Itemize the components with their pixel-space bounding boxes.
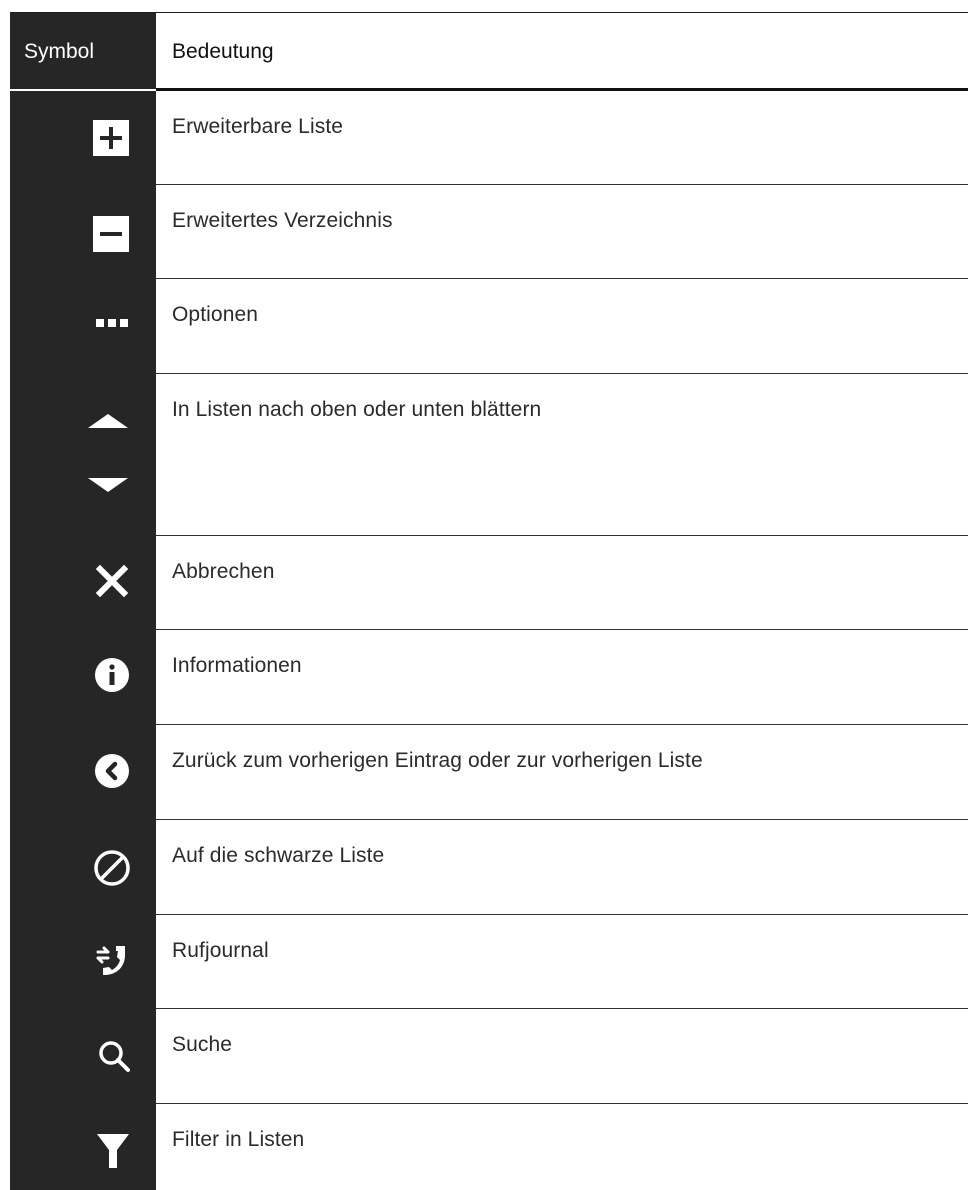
table-header: Symbol Bedeutung — [10, 13, 968, 91]
symbol-cell — [10, 725, 156, 820]
table-row: Filter in Listen — [10, 1104, 968, 1190]
table-row: Abbrechen — [10, 536, 968, 630]
symbol-cell — [10, 185, 156, 279]
table-row: Erweiterbare Liste — [10, 91, 968, 185]
table-row: Erweitertes Verzeichnis — [10, 185, 968, 279]
meaning-cell: Rufjournal — [172, 939, 269, 962]
symbol-cell — [10, 536, 156, 630]
symbol-cell — [10, 820, 156, 915]
meaning-cell: Suche — [172, 1033, 233, 1056]
symbol-cell — [10, 279, 156, 374]
blocked-circle-icon — [94, 850, 130, 886]
table-row: Auf die schwarze Liste — [10, 820, 968, 915]
symbol-cell — [10, 1009, 156, 1104]
table-row: Optionen — [10, 279, 968, 374]
header-symbol: Symbol — [10, 13, 156, 91]
meaning-cell: Erweiterbare Liste — [172, 115, 344, 138]
table-row: Informationen — [10, 630, 968, 725]
meaning-cell: Zurück zum vorherigen Eintrag oder zur v… — [172, 749, 703, 772]
close-x-icon — [95, 564, 129, 598]
table-row: Suche — [10, 1009, 968, 1104]
scroll-down-icon — [88, 478, 128, 492]
meaning-cell: Optionen — [172, 303, 259, 326]
table-row: Rufjournal — [10, 915, 968, 1009]
table-row: In Listen nach oben oder unten blättern — [10, 374, 968, 536]
meaning-cell: Auf die schwarze Liste — [172, 844, 385, 867]
meaning-cell: Filter in Listen — [172, 1128, 305, 1151]
info-circle-icon — [95, 658, 129, 692]
minus-box-icon — [93, 216, 129, 252]
meaning-cell: Abbrechen — [172, 560, 275, 583]
meaning-cell: Informationen — [172, 654, 302, 677]
symbol-cell — [10, 630, 156, 725]
filter-funnel-icon — [97, 1134, 129, 1168]
call-log-icon — [96, 946, 125, 975]
back-chevron-circle-icon — [95, 754, 129, 788]
symbol-cell — [10, 915, 156, 1009]
symbol-cell — [10, 91, 156, 185]
meaning-cell: Erweitertes Verzeichnis — [172, 209, 393, 232]
symbol-cell — [10, 374, 156, 536]
meaning-cell: In Listen nach oben oder unten blättern — [172, 398, 542, 421]
header-meaning: Bedeutung — [172, 40, 274, 63]
symbol-cell — [10, 1104, 156, 1190]
plus-box-icon — [93, 120, 129, 156]
search-icon — [99, 1041, 130, 1072]
table-row: Zurück zum vorherigen Eintrag oder zur v… — [10, 725, 968, 820]
scroll-up-icon — [88, 414, 128, 428]
more-dots-icon — [96, 319, 128, 327]
